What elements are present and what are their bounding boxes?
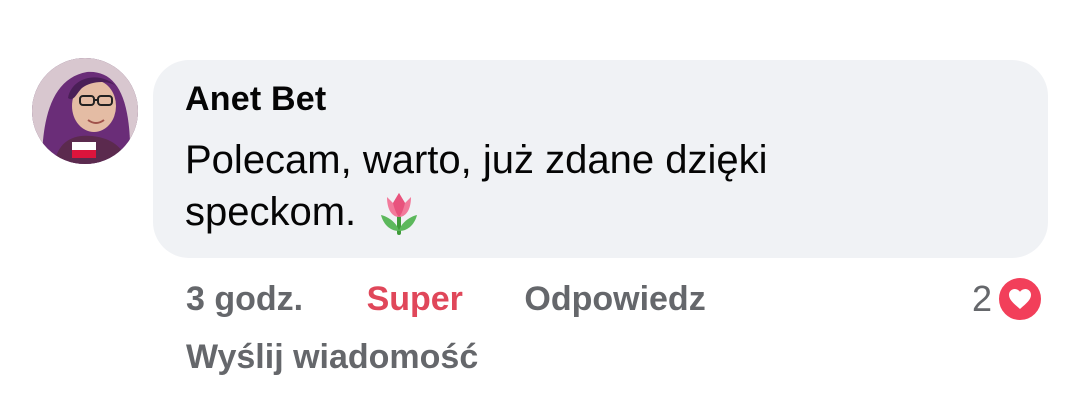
- avatar[interactable]: [32, 58, 138, 164]
- tulip-icon: [375, 187, 423, 248]
- heart-icon: [996, 275, 1045, 323]
- comment-text: Polecam, warto, już zdane dzięki speckom…: [185, 138, 768, 234]
- avatar-image: [32, 58, 138, 164]
- reaction-count: 2: [972, 278, 993, 319]
- comment: Anet Bet Polecam, warto, już zdane dzięk…: [0, 0, 1079, 418]
- comment-timestamp[interactable]: 3 godz.: [186, 280, 303, 319]
- reply-button[interactable]: Odpowiedz: [524, 280, 705, 319]
- comment-text-block: Polecam, warto, już zdane dzięki speckom…: [185, 134, 885, 248]
- comment-actions: 3 godz. Super Odpowiedz: [186, 280, 706, 319]
- comment-author[interactable]: Anet Bet: [185, 80, 326, 119]
- reaction-summary[interactable]: 2: [972, 275, 1045, 323]
- send-message-button[interactable]: Wyślij wiadomość: [186, 338, 478, 377]
- comment-bubble: Anet Bet Polecam, warto, już zdane dzięk…: [153, 60, 1048, 258]
- reaction-button[interactable]: Super: [367, 280, 463, 319]
